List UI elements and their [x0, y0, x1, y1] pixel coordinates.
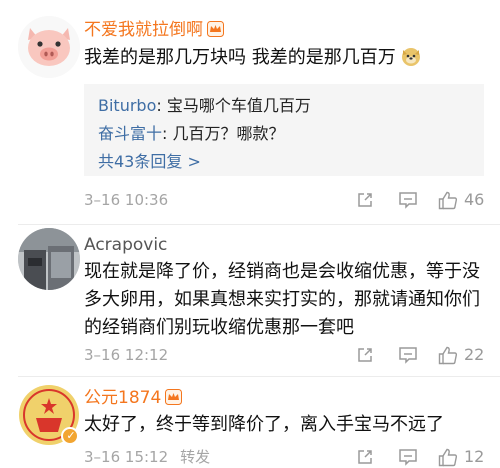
username-text[interactable]: 公元1874 — [84, 388, 161, 408]
like-button[interactable]: 46 — [438, 189, 484, 211]
username[interactable]: 公元1874 — [84, 387, 183, 409]
reply-text: 宝马哪个车值几百万 — [166, 96, 311, 115]
timestamp-text: 3–16 15:12 — [84, 448, 169, 466]
comment-button[interactable] — [398, 446, 418, 468]
like-icon — [438, 191, 458, 209]
comment-icon — [399, 192, 417, 209]
doge-emoji-icon — [401, 48, 420, 66]
reply-author[interactable]: 奋斗富十 — [98, 124, 162, 143]
divider — [18, 224, 500, 225]
username-text[interactable]: 不爱我就拉倒啊 — [84, 20, 203, 40]
reply-text: 几百万？哪款？ — [172, 124, 285, 143]
divider — [18, 376, 500, 377]
like-count: 12 — [464, 447, 485, 466]
comment-button[interactable] — [398, 344, 418, 366]
username[interactable]: Acrapovic — [84, 234, 167, 256]
comment-text: 我差的是那几万块吗 我差的是那几百万 — [84, 44, 484, 72]
timestamp: 3–16 10:36 — [84, 191, 169, 209]
crown-badge-icon — [207, 21, 224, 37]
reply-author[interactable]: Biturbo — [98, 96, 156, 115]
avatar[interactable] — [18, 228, 80, 290]
comment-meta: 3–16 10:36 46 — [84, 189, 484, 211]
comment-text: 现在就是降了价，经销商也是会收缩优惠，等于没多大卵用，如果真想来实打实的，那就请… — [84, 261, 480, 338]
share-button[interactable] — [356, 344, 374, 366]
reply-box: Biturbo: 宝马哪个车值几百万 奋斗富十: 几百万？哪款？ 共43条回复 … — [84, 84, 484, 176]
comment-icon — [399, 449, 417, 466]
comment-text: 太好了，终于等到降价了，离入手宝马不远了 — [84, 414, 444, 435]
comment-button[interactable] — [398, 189, 418, 211]
username[interactable]: 不爱我就拉倒啊 — [84, 19, 224, 41]
comment-meta: 3–16 12:12 22 — [84, 344, 484, 366]
avatar[interactable] — [18, 16, 80, 78]
share-icon — [358, 348, 372, 362]
like-count: 46 — [464, 190, 485, 209]
avatar[interactable]: ✓ — [18, 384, 80, 446]
share-icon — [358, 450, 372, 464]
reply-item[interactable]: Biturbo: 宝马哪个车值几百万 — [98, 92, 470, 120]
like-button[interactable]: 12 — [438, 446, 484, 468]
share-button[interactable] — [356, 446, 374, 468]
photo-avatar-icon — [18, 228, 80, 290]
like-icon — [438, 346, 458, 364]
more-replies-link[interactable]: 共43条回复 > — [98, 148, 470, 182]
share-icon — [358, 193, 372, 207]
like-button[interactable]: 22 — [438, 344, 484, 366]
reply-item[interactable]: 奋斗富十: 几百万？哪款？ — [98, 120, 470, 148]
crown-badge-icon — [165, 389, 183, 405]
timestamp: 3–16 12:12 — [84, 346, 169, 364]
verified-badge-icon: ✓ — [66, 429, 76, 442]
forward-label[interactable]: 转发 — [180, 448, 210, 466]
share-button[interactable] — [356, 189, 374, 211]
pig-avatar-icon — [18, 16, 80, 78]
timestamp: 3–16 15:12 转发 — [84, 446, 210, 468]
reply-colon: : — [156, 96, 167, 115]
reply-colon: : — [162, 124, 173, 143]
comment-meta: 3–16 15:12 转发 12 — [84, 446, 484, 468]
comment-icon — [399, 347, 417, 364]
like-count: 22 — [464, 345, 485, 364]
